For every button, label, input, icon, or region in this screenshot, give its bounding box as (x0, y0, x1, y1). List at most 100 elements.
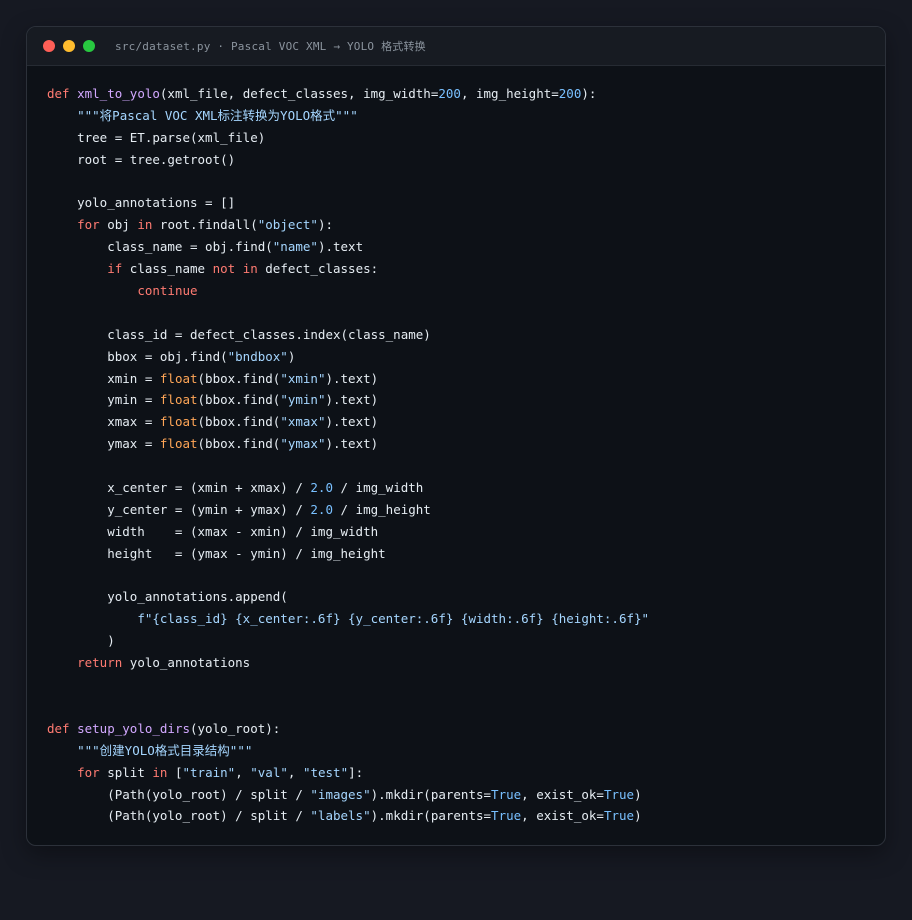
keyword-token: in (152, 764, 168, 780)
code-text: ): (581, 86, 597, 101)
code-text: (xml_file, defect_classes, img_width= (159, 86, 439, 101)
code-line: def xml_to_yolo(xml_file, defect_classes… (47, 83, 649, 105)
code-line: yolo_annotations.append( (47, 586, 649, 608)
builtin-token: float (159, 370, 198, 386)
code-text: x_center = (xmin + xmax) / (47, 480, 311, 496)
code-text: ) (47, 633, 115, 649)
code-text: class_id = defect_classes.index(class_na… (47, 326, 431, 342)
keyword-token: not in (212, 261, 258, 277)
builtin-token: float (159, 414, 198, 430)
code-text: tree = ET.parse(xml_file) (47, 129, 266, 145)
number-token: True (491, 786, 522, 802)
code-text: split (99, 764, 153, 780)
code-line: """将Pascal VOC XML标注转换为YOLO格式""" (47, 105, 649, 127)
code-text: ).text) (325, 370, 379, 386)
code-line: continue (47, 280, 649, 302)
code-text: bbox = obj.find( (47, 348, 228, 364)
number-token: 200 (558, 86, 582, 101)
function-name-token: xml_to_yolo (77, 86, 160, 101)
code-line: class_name = obj.find("name").text (47, 236, 649, 258)
number-token: 200 (438, 86, 461, 101)
code-text: / img_width (332, 480, 424, 496)
code-text: root = tree.getroot() (47, 151, 236, 167)
keyword-token: def (47, 720, 78, 736)
keyword-token: for (77, 764, 100, 780)
code-text: ) (634, 808, 642, 824)
number-token: True (603, 786, 635, 802)
code-text: , img_height= (460, 86, 559, 101)
code-text: ]: (348, 764, 364, 780)
string-token: "name" (272, 239, 318, 255)
code-text: [ (167, 764, 183, 780)
code-text: obj (99, 217, 138, 233)
code-editor[interactable]: def xml_to_yolo(xml_file, defect_classes… (47, 83, 649, 827)
code-line: ymax = float(bbox.find("ymax").text) (47, 433, 649, 455)
code-line: xmax = float(bbox.find("xmax").text) (47, 411, 649, 433)
string-token: "train" (182, 764, 236, 780)
number-token: 2.0 (310, 501, 333, 517)
code-text: , (287, 764, 303, 780)
code-line: yolo_annotations = [] (47, 192, 649, 214)
code-line: for split in ["train", "val", "test"]: (47, 762, 649, 784)
code-text: ).mkdir(parents= (370, 786, 492, 802)
function-name-token: setup_yolo_dirs (77, 720, 190, 736)
code-text: root.findall( (152, 217, 258, 233)
code-text: height = (ymax - ymin) / img_height (47, 545, 386, 561)
keyword-token: return (77, 655, 123, 671)
code-line: return yolo_annotations (47, 652, 649, 674)
code-text: (bbox.find( (197, 370, 281, 386)
string-token: "ymax" (280, 436, 326, 452)
code-text: ): (317, 217, 334, 233)
code-text: y_center = (ymin + ymax) / (47, 501, 311, 517)
code-text: ).text (317, 239, 364, 255)
code-text: ) (287, 348, 296, 364)
code-text: ymin = (47, 392, 160, 408)
code-text: defect_classes: (257, 261, 379, 277)
code-line: (Path(yolo_root) / split / "labels").mkd… (47, 805, 649, 827)
number-token: 2.0 (310, 480, 333, 496)
string-token: """创建YOLO格式目录结构""" (77, 742, 253, 758)
window-titlebar: src/dataset.py · Pascal VOC XML → YOLO 格… (27, 27, 885, 66)
keyword-token: for (77, 217, 100, 233)
code-text: (yolo_root): (190, 720, 281, 736)
code-text: yolo_annotations (122, 655, 251, 671)
code-text: (bbox.find( (197, 392, 281, 408)
string-token: "xmax" (280, 414, 326, 430)
code-line: ) (47, 630, 649, 652)
string-token: """将Pascal VOC XML标注转换为YOLO格式""" (77, 107, 358, 123)
minimize-button[interactable] (63, 40, 75, 52)
string-token: "images" (310, 786, 371, 802)
string-token: "val" (250, 764, 288, 780)
code-text: (bbox.find( (197, 436, 281, 452)
code-line: root = tree.getroot() (47, 149, 649, 171)
code-text: ).text) (325, 392, 379, 408)
code-line: xmin = float(bbox.find("xmin").text) (47, 368, 649, 390)
keyword-token: if (107, 261, 123, 277)
code-line: ymin = float(bbox.find("ymin").text) (47, 389, 649, 411)
close-button[interactable] (43, 40, 55, 52)
code-line: bbox = obj.find("bndbox") (47, 346, 649, 368)
code-text: yolo_annotations.append( (47, 589, 288, 605)
code-line: y_center = (ymin + ymax) / 2.0 / img_hei… (47, 499, 649, 521)
code-text: (Path(yolo_root) / split / (47, 786, 311, 802)
string-token: "labels" (310, 808, 371, 824)
code-text: ).mkdir(parents= (370, 808, 492, 824)
code-text: class_name = obj.find( (47, 239, 273, 255)
number-token: True (491, 808, 522, 824)
builtin-token: float (159, 392, 198, 408)
code-text: (bbox.find( (197, 414, 281, 430)
code-text: xmax = (47, 414, 160, 430)
code-line: x_center = (xmin + xmax) / 2.0 / img_wid… (47, 477, 649, 499)
builtin-token: float (159, 436, 198, 452)
maximize-button[interactable] (83, 40, 95, 52)
code-text: width = (xmax - xmin) / img_width (47, 523, 379, 539)
window-title: src/dataset.py · Pascal VOC XML → YOLO 格… (115, 40, 426, 53)
